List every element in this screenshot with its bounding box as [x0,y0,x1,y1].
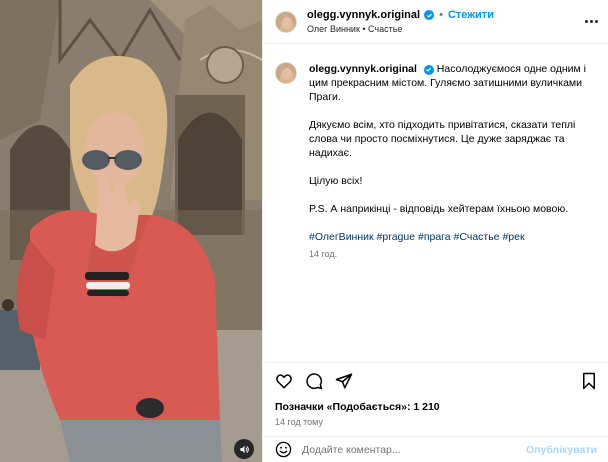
more-options-icon[interactable] [585,20,598,23]
post-header: olegg.vynnyk.original • Стежити Олег Вин… [263,0,608,44]
caption-hashtags[interactable]: #ОлегВинник #prague #прага #Счастье #рек [309,230,597,244]
header-username[interactable]: olegg.vynnyk.original [307,9,420,21]
header-text: olegg.vynnyk.original • Стежити Олег Вин… [307,9,494,34]
caption-body: olegg.vynnyk.original Насолоджуємося одн… [309,62,597,261]
caption-section: olegg.vynnyk.original Насолоджуємося одн… [263,44,608,360]
avatar-image [276,11,296,32]
caption-username[interactable]: olegg.vynnyk.original [309,63,417,75]
avatar[interactable] [275,10,297,33]
emoji-icon[interactable] [275,441,292,458]
caption-row: olegg.vynnyk.original Насолоджуємося одн… [275,62,598,261]
action-icons [275,371,597,391]
posted-time: 14 год тому [275,417,323,427]
follow-button[interactable]: Стежити [448,9,494,21]
header-subline[interactable]: Олег Винник • Счастье [307,24,494,34]
comment-icon[interactable] [305,372,323,390]
caption-time: 14 год. [309,249,338,259]
caption-paragraph-4: P.S. А наприкінці - відповідь хейтерам ї… [309,203,569,215]
caption-paragraph-2: Дякуємо всім, хто підходить привітатися,… [309,119,576,159]
likes-count[interactable]: Позначки «Подобається»: 1 210 [275,401,597,413]
caption-paragraph-3: Цілую всіх! [309,175,363,187]
comment-bar: Опублікувати [263,436,608,462]
caption-avatar-image [276,63,296,83]
caption-avatar[interactable] [275,62,297,84]
verified-icon [424,10,435,20]
caption-verified-icon [423,64,434,75]
header-username-row: olegg.vynnyk.original • Стежити [307,9,494,21]
caption-paragraph-1: olegg.vynnyk.original Насолоджуємося одн… [309,62,597,104]
post-dialog: olegg.vynnyk.original • Стежити Олег Вин… [0,0,608,462]
heart-icon[interactable] [275,372,293,390]
header-separator: • [439,9,443,21]
publish-button[interactable]: Опублікувати [526,444,597,456]
post-photo [0,0,262,462]
share-icon[interactable] [335,372,353,390]
audio-toggle-button[interactable] [234,439,254,459]
audio-icon [239,445,249,453]
comment-input[interactable] [302,443,526,456]
post-panel: olegg.vynnyk.original • Стежити Олег Вин… [262,0,608,462]
bookmark-icon[interactable] [581,372,597,390]
post-media[interactable] [0,0,262,462]
